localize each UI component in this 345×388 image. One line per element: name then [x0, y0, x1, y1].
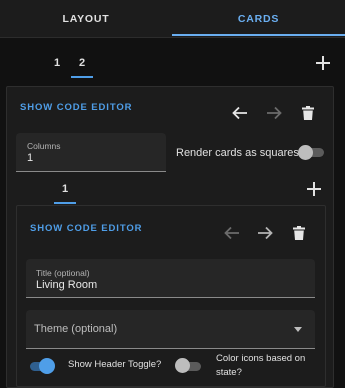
tab-cards-indicator [172, 34, 345, 36]
render-squares-toggle-knob [298, 145, 313, 160]
arrow-left-icon[interactable] [232, 106, 248, 120]
inner-show-code-editor-button[interactable]: SHOW CODE EDITOR [30, 223, 142, 234]
tab-layout[interactable]: LAYOUT [0, 0, 172, 37]
card-tab-1[interactable]: 1 [55, 183, 75, 195]
show-header-toggle-label: Show Header Toggle? [68, 359, 162, 370]
color-icons-toggle-knob [175, 358, 190, 373]
show-code-editor-button[interactable]: SHOW CODE EDITOR [20, 102, 132, 113]
arrow-right-icon[interactable] [266, 106, 282, 120]
show-header-toggle-knob [39, 358, 55, 374]
render-squares-label: Render cards as squares [176, 147, 299, 159]
theme-placeholder: Theme (optional) [34, 323, 118, 335]
columns-field[interactable] [16, 133, 166, 172]
add-view-icon[interactable] [316, 56, 330, 70]
card-tab-1-indicator [54, 202, 76, 204]
view-tab-2[interactable]: 2 [72, 57, 92, 69]
dropdown-arrow-icon[interactable] [294, 327, 302, 332]
columns-label: Columns [27, 141, 61, 151]
add-card-icon[interactable] [307, 182, 321, 196]
inner-trash-icon[interactable] [293, 226, 305, 240]
inner-arrow-left-icon[interactable] [224, 226, 240, 240]
tab-cards[interactable]: CARDS [172, 0, 345, 37]
color-icons-label-line2: state? [216, 367, 242, 378]
title-value: Living Room [36, 279, 98, 291]
columns-value: 1 [27, 152, 34, 164]
view-tab-1[interactable]: 1 [47, 57, 67, 69]
view-tab-2-indicator [71, 76, 93, 78]
trash-icon[interactable] [302, 106, 314, 120]
inner-arrow-right-icon[interactable] [257, 226, 273, 240]
title-label: Title (optional) [36, 268, 90, 278]
color-icons-label-line1: Color icons based on [216, 353, 306, 364]
